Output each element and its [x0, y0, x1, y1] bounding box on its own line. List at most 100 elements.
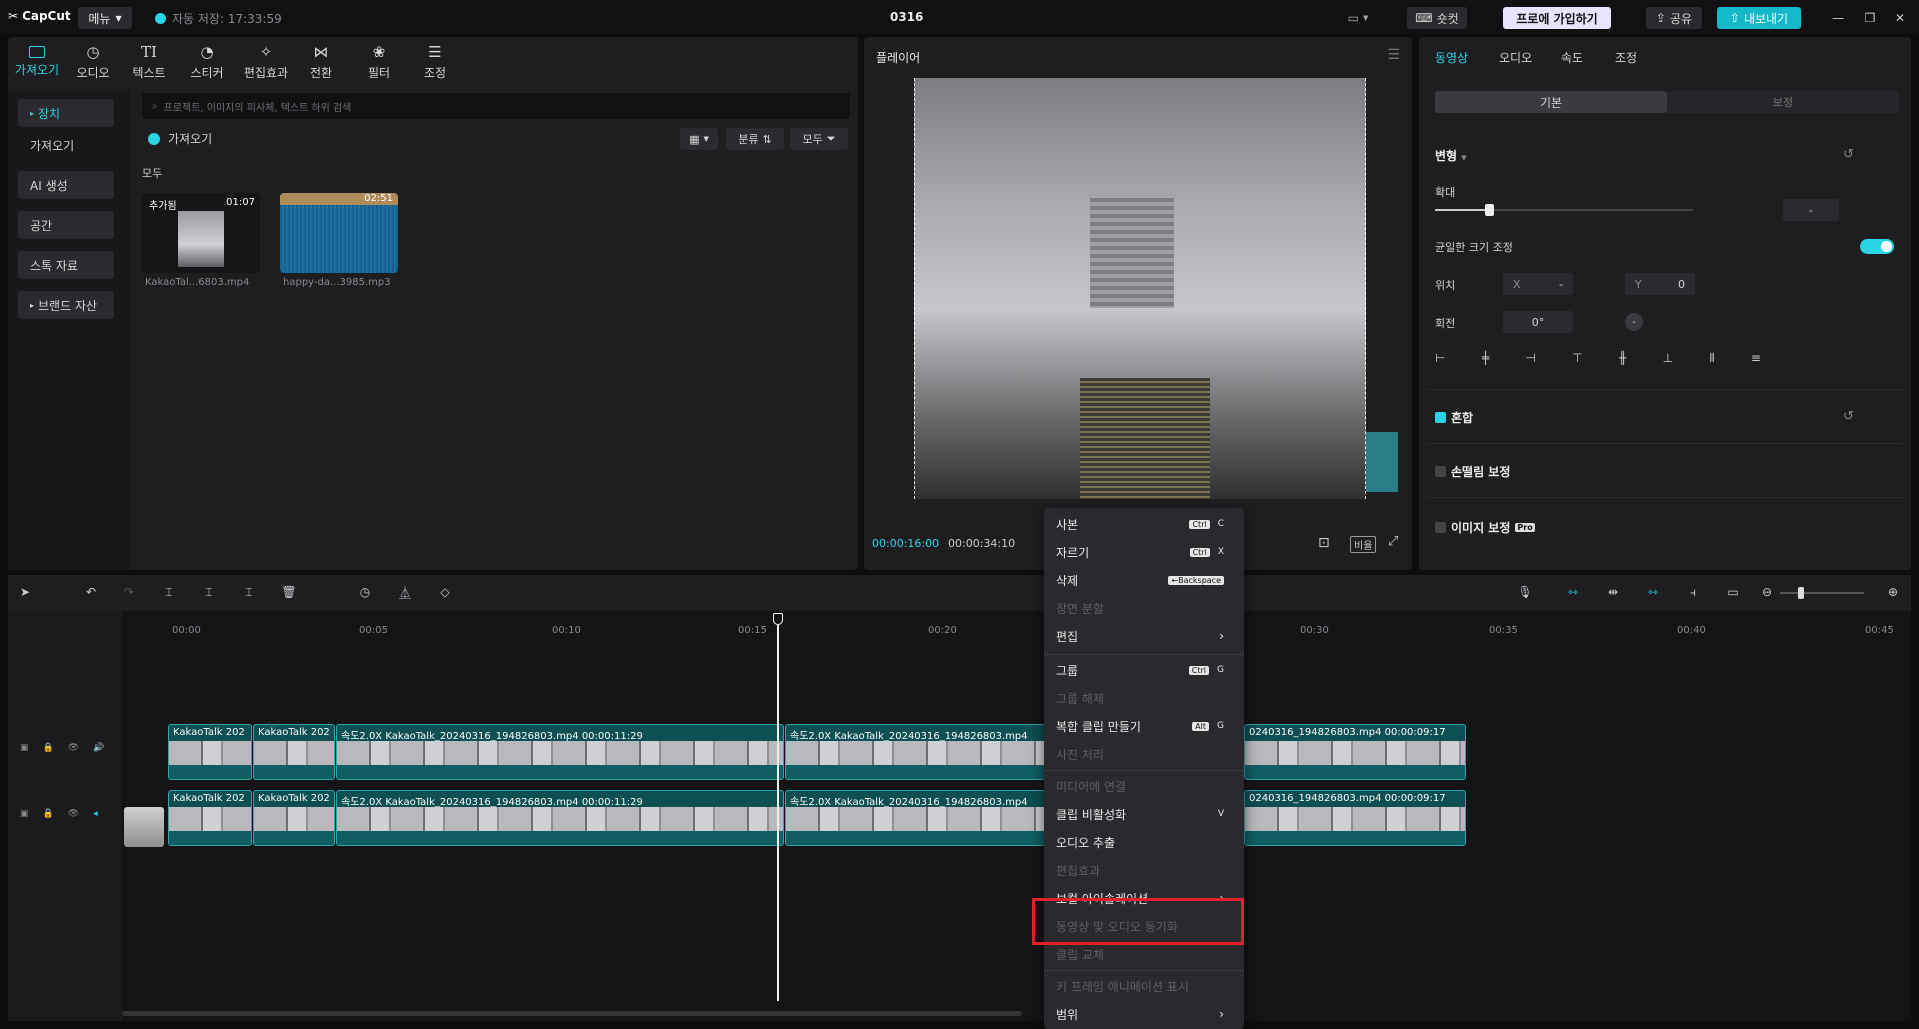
share-button[interactable]: ⇪ 공유 — [1646, 7, 1702, 29]
lock-icon[interactable]: 🔒 — [43, 809, 54, 819]
tab-video[interactable]: 동영상 — [1435, 49, 1468, 66]
menu-item-disable-clip[interactable]: 클립 비활성화 V — [1056, 804, 1232, 824]
video-preview[interactable] — [914, 78, 1366, 499]
image-correction-section[interactable]: 이미지 보정 Pro — [1435, 519, 1535, 536]
scale-input[interactable]: - — [1783, 199, 1839, 221]
sidebar-item-space[interactable]: 공간 — [18, 211, 114, 239]
layout-button[interactable]: ▭ ▼ — [1340, 7, 1376, 29]
timeline-clip[interactable]: 속도2.0X KakaoTalk_20240316_194826803.mp4 — [785, 790, 1045, 846]
tab-sticker[interactable]: ◔ 스티커 — [180, 41, 234, 83]
export-button[interactable]: ⇧ 내보내기 — [1717, 7, 1801, 29]
view-mode-button[interactable]: ▦ ▼ — [680, 128, 718, 150]
ratio-button[interactable]: 비율 — [1350, 536, 1377, 553]
stabilize-checkbox[interactable] — [1435, 466, 1446, 477]
timeline-clip[interactable]: 0240316_194826803.mp4 00:00:09:17 — [1244, 790, 1466, 846]
zoom-slider-track[interactable] — [1780, 592, 1864, 594]
menu-item-group[interactable]: 그룹 Ctrl G — [1056, 660, 1232, 680]
split-view-icon[interactable]: ⫞ — [1684, 583, 1702, 601]
timeline-clip[interactable]: KakaoTalk 202 — [168, 724, 252, 780]
position-y-input[interactable]: Y0 — [1625, 273, 1695, 295]
lock-icon[interactable]: 🔒 — [43, 743, 54, 753]
zoom-slider-handle[interactable] — [1798, 587, 1804, 599]
timeline-clip[interactable]: 속도2.0X KakaoTalk_20240316_194826803.mp4 — [785, 724, 1045, 780]
playhead-line[interactable] — [777, 625, 779, 1001]
link-icon[interactable]: ⇹ — [1604, 583, 1622, 601]
timeline[interactable]: 00:00 00:05 00:10 00:15 00:20 00:30 00:3… — [8, 611, 1911, 1021]
tab-filter[interactable]: ❀ 필터 — [352, 41, 406, 83]
subtab-basic[interactable]: 기본 — [1435, 91, 1667, 113]
sidebar-item-stock[interactable]: 스톡 자료 — [18, 251, 114, 279]
playhead-handle[interactable] — [773, 613, 783, 625]
distribute-horizontal-icon[interactable]: ⫴ — [1709, 351, 1714, 369]
sidebar-item-brand[interactable]: ▸ 브랜드 자산 — [18, 291, 114, 319]
zoom-in-icon[interactable]: ⊕ — [1884, 583, 1902, 601]
filter-button[interactable]: 모두 ⏷ — [790, 128, 848, 150]
delete-icon[interactable]: 🗑 — [280, 583, 298, 601]
redo-icon[interactable]: ↷ — [120, 583, 138, 601]
uniform-scale-toggle[interactable] — [1860, 239, 1894, 254]
rotate-icon[interactable]: ◇ — [436, 583, 454, 601]
align-center-icon[interactable]: ╪ — [1482, 351, 1489, 369]
blend-section[interactable]: 혼합 — [1435, 409, 1473, 426]
speed-icon[interactable]: ◷ — [356, 583, 374, 601]
split-icon[interactable]: ⌶ — [160, 583, 178, 601]
eye-icon[interactable]: 👁 — [68, 743, 79, 753]
timeline-clip[interactable]: 0240316_194826803.mp4 00:00:09:17 — [1244, 724, 1466, 780]
timeline-clip[interactable]: KakaoTalk 202 — [253, 790, 335, 846]
maximize-button[interactable]: ❐ — [1858, 7, 1882, 29]
undo-icon[interactable]: ↶ — [82, 583, 100, 601]
reset-icon[interactable]: ↺ — [1843, 409, 1854, 424]
stabilize-section[interactable]: 손떨림 보정 — [1435, 463, 1510, 480]
menu-item-extract-audio[interactable]: 오디오 추출 — [1056, 832, 1232, 852]
main-track-cover[interactable] — [124, 807, 164, 847]
timeline-clip[interactable]: KakaoTalk 202 — [253, 724, 335, 780]
subtab-correction[interactable]: 보정 — [1667, 91, 1899, 113]
tab-adjust[interactable]: ☰ 조정 — [408, 41, 462, 83]
shortcut-button[interactable]: ⌨ 숏컷 — [1407, 7, 1467, 29]
timeline-clip[interactable]: 속도2.0X KakaoTalk_20240316_194826803.mp4 … — [336, 790, 784, 846]
split-right-icon[interactable]: ⌶ — [240, 583, 258, 601]
menu-item-compound-clip[interactable]: 복합 클립 만들기 Alt G — [1056, 716, 1232, 736]
tab-audio[interactable]: ◷ 오디오 — [66, 41, 120, 83]
eye-icon[interactable]: 👁 — [68, 809, 79, 819]
image-correction-checkbox[interactable] — [1435, 522, 1446, 533]
fullscreen-icon[interactable]: ⤢ — [1388, 534, 1398, 549]
sidebar-item-device[interactable]: ▸ 장치 — [18, 99, 114, 127]
menu-button[interactable]: 메뉴 ▼ — [78, 7, 132, 29]
rotation-dial-icon[interactable]: - — [1625, 313, 1643, 331]
scale-slider-handle[interactable] — [1485, 204, 1494, 216]
menu-item-cut[interactable]: 자르기 Ctrl X — [1056, 542, 1232, 562]
align-top-icon[interactable]: ⊤ — [1572, 351, 1582, 369]
menu-item-delete[interactable]: 삭제 ←Backspace — [1056, 570, 1232, 590]
media-search-input[interactable]: ⌕ 프로젝트, 이미지의 피사체, 텍스트 하위 검색 — [142, 93, 850, 119]
import-button[interactable]: 가져오기 — [148, 130, 212, 147]
sort-button[interactable]: 분류 ⇅ — [726, 128, 784, 150]
tab-transition[interactable]: ⋈ 전환 — [294, 41, 348, 83]
magnet-icon[interactable]: ⇿ — [1564, 583, 1582, 601]
sidebar-item-import[interactable]: 가져오기 — [18, 131, 114, 159]
rotation-input[interactable]: 0° — [1503, 311, 1573, 333]
microphone-icon[interactable]: 🎙 — [1516, 583, 1534, 601]
position-x-input[interactable]: X- — [1503, 273, 1573, 295]
preview-axis-icon[interactable]: ⇿ — [1644, 583, 1662, 601]
mirror-icon[interactable]: ⏅ — [396, 583, 414, 601]
tab-adjust-props[interactable]: 조정 — [1615, 49, 1637, 66]
minimize-button[interactable]: — — [1826, 7, 1850, 29]
select-tool-icon[interactable]: ➤ — [16, 583, 34, 601]
transform-section[interactable]: 변형 ▼ — [1435, 147, 1467, 164]
timeline-clip[interactable]: 속도2.0X KakaoTalk_20240316_194826803.mp4 … — [336, 724, 784, 780]
speaker-icon[interactable]: ◂ — [93, 809, 98, 819]
align-bottom-icon[interactable]: ⊥ — [1663, 351, 1673, 369]
align-right-icon[interactable]: ⊣ — [1525, 351, 1535, 369]
join-pro-button[interactable]: 프로에 가입하기 — [1503, 7, 1611, 29]
media-item-video[interactable]: 추가됨 01:07 — [142, 193, 260, 273]
close-button[interactable]: ✕ — [1888, 7, 1912, 29]
align-left-icon[interactable]: ⊢ — [1435, 351, 1445, 369]
menu-item-range[interactable]: 범위 › — [1056, 1004, 1232, 1024]
tab-audio-props[interactable]: 오디오 — [1499, 49, 1532, 66]
track-cover-icon[interactable]: ▣ — [20, 809, 29, 819]
menu-item-copy[interactable]: 사본 Ctrl C — [1056, 514, 1232, 534]
caption-icon[interactable]: ▭ — [1724, 583, 1742, 601]
sidebar-item-ai-generate[interactable]: AI 생성 — [18, 171, 114, 199]
timeline-clip[interactable]: KakaoTalk 202 — [168, 790, 252, 846]
